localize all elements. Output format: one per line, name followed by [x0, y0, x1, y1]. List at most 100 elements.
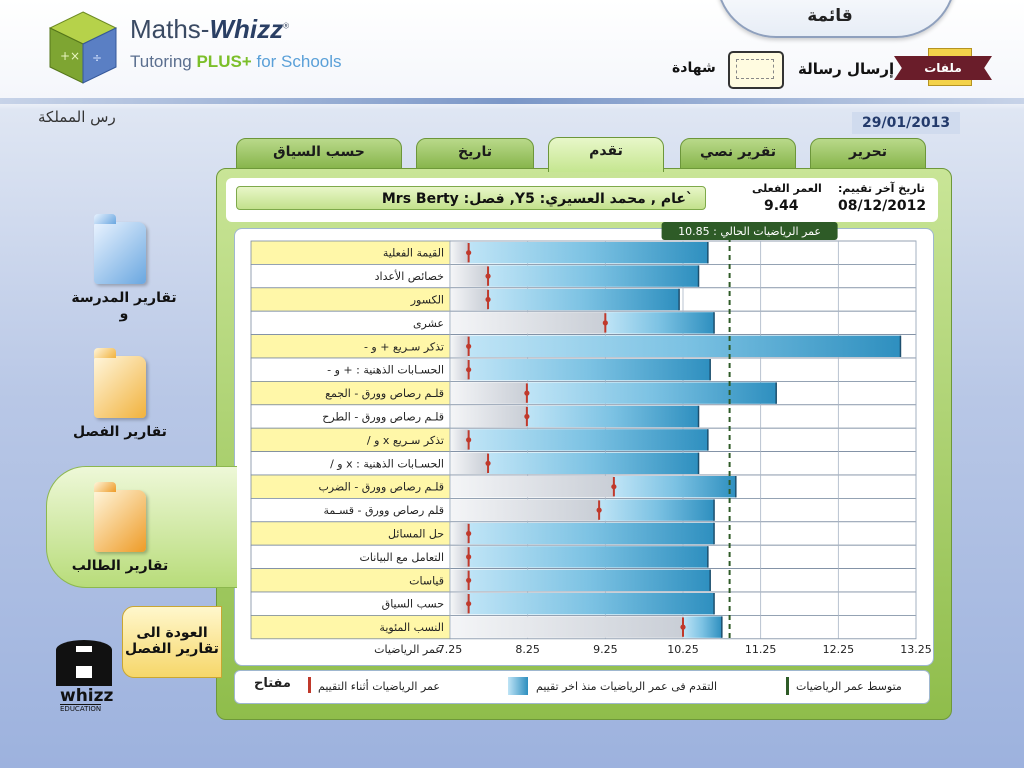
bar-before-assessment — [451, 452, 489, 474]
bar-progress — [605, 312, 715, 334]
category-label: قلـم رصاص وورق - الضرب — [318, 481, 444, 494]
certificate-link[interactable]: شهادة — [672, 60, 716, 76]
actual-age-value: 9.44 — [764, 198, 799, 214]
svg-text:+×: +× — [60, 49, 80, 63]
legend-average-line-icon — [786, 677, 789, 695]
school-reports-button[interactable]: تقارير المدرسة و — [66, 290, 182, 322]
tab-text-report[interactable]: تقرير نصي — [680, 138, 796, 170]
menu-label[interactable]: قائمة — [800, 6, 860, 26]
class-reports-folder-icon[interactable] — [94, 348, 146, 418]
certificate-icon[interactable] — [728, 51, 784, 89]
bar-progress — [468, 429, 708, 451]
bar-progress — [468, 359, 711, 381]
back-to-class-reports-button[interactable]: العودة الى تقارير الفصل — [122, 606, 222, 678]
bar-before-assessment — [451, 312, 606, 334]
x-tick-label: 10.25 — [667, 643, 699, 656]
brand-title: Maths-Whizz® — [130, 14, 290, 44]
assessment-marker-dot — [466, 601, 472, 607]
maths-whizz-logo: +× ÷ — [48, 11, 118, 84]
last-assessment-date: 08/12/2012 — [838, 198, 927, 214]
files-button[interactable]: ملفات — [894, 56, 992, 80]
school-reports-label: تقارير المدرسة — [71, 290, 177, 306]
bar-progress — [468, 593, 715, 615]
assessment-marker-dot — [485, 273, 491, 279]
bar-before-assessment — [451, 476, 614, 498]
x-tick-label: 9.25 — [593, 643, 618, 656]
category-label: القيمة الفعلية — [383, 247, 444, 260]
bar-progress — [683, 616, 722, 638]
category-label: قلم رصاص وورق - قسـمة — [323, 504, 444, 517]
bar-before-assessment — [451, 429, 469, 451]
category-label: الكسور — [410, 294, 444, 307]
assessment-marker-dot — [485, 460, 491, 466]
assessment-marker-dot — [466, 577, 472, 583]
assessment-marker-dot — [466, 554, 472, 560]
x-tick-label: 11.25 — [745, 643, 777, 656]
bar-before-assessment — [451, 335, 469, 357]
send-message-link[interactable]: إرسال رسالة — [798, 60, 894, 78]
assessment-marker-dot — [680, 624, 686, 630]
tab-history[interactable]: تاريخ — [416, 138, 534, 170]
bar-before-assessment — [451, 522, 469, 545]
student-reports-folder-icon[interactable] — [94, 482, 146, 552]
bar-before-assessment — [451, 288, 489, 311]
assessment-marker-dot — [466, 437, 472, 443]
category-label: قلـم رصاص وورق - الطرح — [322, 411, 444, 424]
bar-before-assessment — [451, 616, 683, 638]
back-line-2: تقارير الفصل — [125, 641, 219, 657]
student-summary: Mrs Berty :فصل ,Y5 :عام , محمد العسيري` — [236, 186, 706, 210]
assessment-marker-dot — [602, 320, 608, 326]
category-label: - تذكر سـريع + و — [364, 340, 444, 353]
legend-progress-since: التقدم فى عمر الرياضيات منذ اخر تقييم — [536, 680, 718, 693]
last-assessment-label: :تاريخ آخر تقييم — [838, 182, 925, 195]
category-label: / و x تذكر سـريع — [367, 434, 444, 447]
progress-chart: القيمة الفعلية خصائص الأعداد الكسور عشرى - ت… — [250, 222, 932, 656]
assessment-marker-dot — [466, 530, 472, 537]
assessment-marker-dot — [466, 343, 472, 349]
bar-progress — [613, 476, 736, 498]
whizz-logo-text: whizz — [60, 686, 114, 706]
back-line-1: العودة الى — [136, 625, 208, 641]
assessment-marker-dot — [466, 367, 472, 373]
bar-before-assessment — [451, 405, 527, 428]
bar-progress — [468, 569, 711, 591]
category-label: - الحسـابات الذهنية : + و — [327, 364, 444, 377]
bar-before-assessment — [451, 593, 469, 615]
tab-by-context[interactable]: حسب السياق — [236, 138, 402, 170]
bar-before-assessment — [451, 382, 527, 404]
tab-edit[interactable]: تحرير — [810, 138, 926, 170]
student-reports-button[interactable]: تقارير الطالب — [60, 558, 180, 574]
bar-progress — [468, 522, 715, 545]
category-label: عشرى — [413, 317, 444, 330]
bar-progress — [488, 452, 699, 474]
current-date: 29/01/2013 — [852, 112, 961, 134]
bar-progress — [526, 405, 699, 428]
bar-progress — [526, 382, 777, 404]
svg-text:÷: ÷ — [92, 51, 102, 65]
bar-progress — [468, 335, 901, 357]
assessment-marker-dot — [524, 390, 530, 396]
bar-before-assessment — [451, 242, 469, 264]
assessment-marker-dot — [485, 296, 491, 303]
tab-progress[interactable]: تقدم — [548, 137, 664, 172]
bar-progress — [599, 499, 715, 521]
category-label: خصائص الأعداد — [375, 269, 444, 283]
legend-average: متوسط عمر الرياضيات — [796, 680, 902, 693]
school-reports-folder-icon[interactable] — [94, 214, 146, 284]
brand-subtitle: Tutoring PLUS+ for Schools — [130, 52, 342, 71]
current-age-badge-text: 10.85 : عمر الرياضيات الحالي — [678, 225, 821, 238]
header-divider — [0, 98, 1024, 104]
bar-before-assessment — [451, 499, 600, 521]
school-name: رس المملكة — [38, 108, 116, 126]
actual-age-label: العمر الفعلى — [752, 182, 822, 195]
bar-before-assessment — [451, 359, 469, 381]
whizz-logo-subtext: EDUCATION — [60, 704, 102, 713]
category-label: التعامل مع البيانات — [359, 551, 444, 564]
assessment-marker-dot — [466, 250, 472, 256]
category-label: / و x : الحسـابات الذهنية — [330, 457, 444, 470]
class-reports-button[interactable]: تقارير الفصل — [60, 424, 180, 440]
bar-progress — [468, 242, 708, 264]
bar-progress — [488, 265, 699, 287]
assessment-marker-dot — [524, 413, 530, 420]
legend-blue-swatch-icon — [508, 677, 528, 695]
